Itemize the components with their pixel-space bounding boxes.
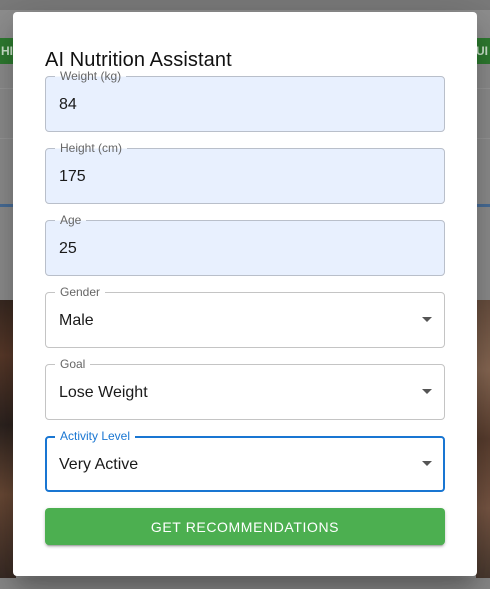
goal-label: Goal	[55, 357, 91, 371]
background-footer	[0, 578, 490, 589]
background-food-image	[476, 300, 490, 578]
activity-level-select[interactable]: Activity Level Very Active	[45, 429, 445, 492]
weight-input[interactable]: 84	[59, 96, 77, 114]
activity-level-label: Activity Level	[55, 429, 136, 443]
background-topbar	[0, 0, 490, 10]
height-label: Height (cm)	[55, 141, 128, 155]
weight-label: Weight (kg)	[55, 69, 127, 83]
height-field[interactable]: Height (cm) 175	[45, 141, 445, 204]
height-input[interactable]: 175	[59, 168, 86, 186]
age-input[interactable]: 25	[59, 240, 77, 258]
goal-value: Lose Weight	[59, 384, 148, 401]
age-label: Age	[55, 213, 87, 227]
get-recommendations-button[interactable]: Get Recommendations	[45, 508, 445, 545]
goal-select[interactable]: Goal Lose Weight	[45, 357, 445, 420]
weight-field[interactable]: Weight (kg) 84	[45, 69, 445, 132]
age-field[interactable]: Age 25	[45, 213, 445, 276]
gender-label: Gender	[55, 285, 106, 299]
gender-select[interactable]: Gender Male	[45, 285, 445, 348]
activity-level-value: Very Active	[59, 456, 139, 473]
nutrition-dialog: AI Nutrition Assistant Weight (kg) 84 He…	[13, 12, 477, 576]
chevron-down-icon[interactable]	[422, 317, 432, 322]
chevron-down-icon[interactable]	[422, 461, 432, 466]
chevron-down-icon[interactable]	[422, 389, 432, 394]
gender-value: Male	[59, 312, 94, 329]
